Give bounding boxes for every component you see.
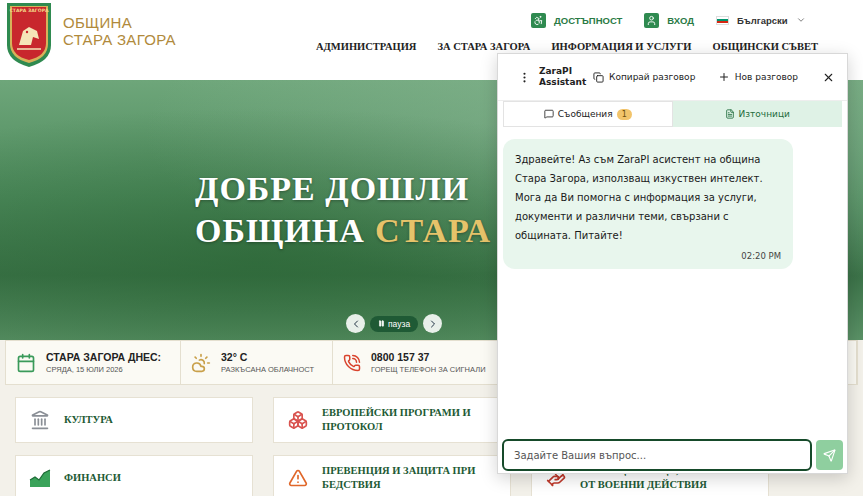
brand-line: ОБЩИНА bbox=[63, 15, 176, 32]
utility-icon-box bbox=[644, 13, 659, 28]
category-icon-box bbox=[286, 466, 310, 490]
chat-tabs: Съобщения1Източници bbox=[498, 101, 847, 127]
category-icon-box bbox=[28, 408, 52, 432]
utility-bar: ДОСТЪПНОСТ ВХОД Български bbox=[305, 0, 858, 30]
category-icon-box bbox=[286, 408, 310, 432]
weather-icon bbox=[191, 353, 211, 373]
chevron-left-icon bbox=[350, 318, 362, 330]
today-section: СТАРА ЗАГОРА ДНЕС:СРЯДА, 15 ЮЛИ 2026 bbox=[6, 341, 181, 384]
chat-input-row bbox=[498, 439, 847, 473]
pause-button[interactable]: пауза bbox=[370, 316, 418, 332]
chevron-down-icon bbox=[796, 15, 806, 25]
message-list: Здравейте! Аз съм ZaraPI асистент на общ… bbox=[498, 127, 847, 439]
send-icon bbox=[823, 449, 836, 462]
close-button[interactable] bbox=[820, 69, 837, 86]
category-card[interactable]: ПРЕВЕНЦИЯ И ЗАЩИТА ПРИ БЕДСТВИЯ bbox=[273, 455, 511, 496]
category-column: КУЛТУРА ФИНАНСИ bbox=[15, 397, 253, 496]
next-button[interactable] bbox=[423, 314, 442, 333]
chat-action-button[interactable]: Копирай разговор bbox=[589, 68, 699, 87]
utility-link[interactable]: ВХОД bbox=[644, 13, 694, 28]
main-nav: АДМИНИСТРАЦИЯ ЗА СТАРА ЗАГОРА ИНФОРМАЦИЯ И… bbox=[305, 30, 858, 52]
hero-title-segment: ОБЩИНА bbox=[195, 212, 365, 249]
brand-line: СТАРА ЗАГОРА bbox=[63, 32, 176, 49]
page: СТАРА ЗАГОРАОБЩИНАСТАРА ЗАГОРАДОСТЪПНОСТ… bbox=[0, 0, 863, 496]
send-button[interactable] bbox=[816, 440, 843, 470]
copy-icon bbox=[593, 72, 604, 83]
accessibility-icon bbox=[533, 15, 544, 26]
svg-text:СТАРА ЗАГОРА: СТАРА ЗАГОРА bbox=[9, 8, 49, 13]
user-icon bbox=[646, 15, 657, 26]
category-card[interactable]: КУЛТУРА bbox=[15, 397, 253, 443]
nav-item[interactable]: ОБЩИНСКИ СЪВЕТ bbox=[713, 41, 818, 52]
pause-icon bbox=[378, 320, 385, 327]
chevron-right-icon bbox=[427, 318, 439, 330]
utility-link[interactable]: ДОСТЪПНОСТ bbox=[531, 13, 622, 28]
nav-item[interactable]: ЗА СТАРА ЗАГОРА bbox=[437, 41, 530, 52]
chart-icon bbox=[29, 468, 51, 488]
menu-icon[interactable] bbox=[518, 71, 531, 84]
message-bubble: Здравейте! Аз съм ZaraPI асистент на общ… bbox=[503, 139, 793, 269]
language-select[interactable]: Български bbox=[716, 15, 806, 26]
chat-tab[interactable]: Съобщения1 bbox=[503, 101, 673, 127]
prev-button[interactable] bbox=[346, 314, 365, 333]
phone-icon bbox=[343, 354, 361, 372]
chat-action-button[interactable]: Нов разговор bbox=[714, 67, 802, 87]
chat-title: ZaraPI Assistant bbox=[539, 66, 589, 89]
header-right: ДОСТЪПНОСТ ВХОД Български АДМИНИСТРАЦИЯ ЗА С… bbox=[305, 0, 858, 52]
chat-input[interactable] bbox=[502, 439, 812, 471]
category-icon-box bbox=[28, 466, 52, 490]
plus-icon bbox=[718, 71, 730, 83]
category-card[interactable]: ФИНАНСИ bbox=[15, 455, 253, 496]
columns-icon bbox=[30, 410, 50, 430]
category-column: ЕВРОПЕЙСКИ ПРОГРАМИ И ПРОТОКОЛ ПРЕВЕНЦИЯ … bbox=[273, 397, 511, 496]
count-badge: 1 bbox=[617, 109, 632, 120]
warning-icon bbox=[288, 468, 308, 488]
utility-icon-box bbox=[531, 13, 546, 28]
hero-title-segment: ДОБРЕ ДОШЛИ bbox=[195, 170, 469, 207]
brand-name: ОБЩИНАСТАРА ЗАГОРА bbox=[63, 15, 176, 49]
calendar-icon bbox=[16, 353, 36, 373]
crest-logo-icon: СТАРА ЗАГОРА bbox=[5, 1, 53, 69]
flag-icon bbox=[716, 16, 729, 25]
brand[interactable]: СТАРА ЗАГОРАОБЩИНАСТАРА ЗАГОРА bbox=[5, 0, 305, 69]
chat-header: ZaraPI AssistantКопирай разговор Нов разг… bbox=[498, 54, 847, 101]
chat-tab[interactable]: Източници bbox=[673, 101, 843, 127]
category-card[interactable]: ЕВРОПЕЙСКИ ПРОГРАМИ И ПРОТОКОЛ bbox=[273, 397, 511, 443]
close-icon bbox=[822, 71, 835, 84]
boxes-icon bbox=[288, 410, 308, 430]
nav-item[interactable]: ИНФОРМАЦИЯ И УСЛУГИ bbox=[551, 41, 691, 52]
nav-item[interactable]: АДМИНИСТРАЦИЯ bbox=[316, 41, 416, 52]
chat-panel: ZaraPI AssistantКопирай разговор Нов разг… bbox=[497, 53, 848, 474]
weather-section: 32° CРАЗКЪСАНА ОБЛАЧНОСТ bbox=[181, 341, 333, 384]
document-icon bbox=[725, 109, 735, 119]
message-icon bbox=[544, 109, 554, 119]
message-time: 02:20 PM bbox=[515, 251, 781, 261]
